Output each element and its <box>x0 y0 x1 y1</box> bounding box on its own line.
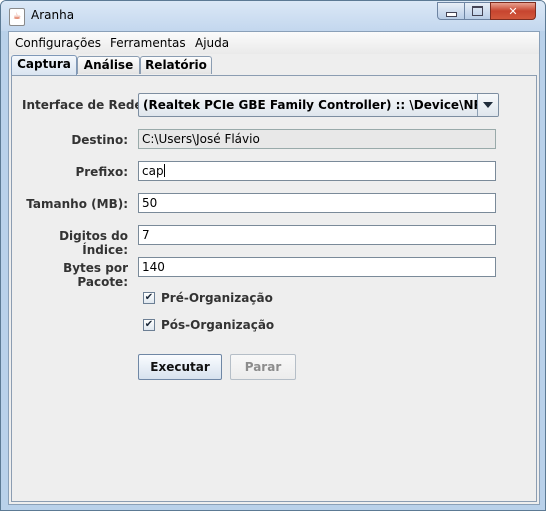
prefixo-field[interactable]: cap <box>138 161 496 181</box>
close-icon: ✕ <box>508 4 518 18</box>
maximize-button[interactable] <box>464 2 491 20</box>
close-button[interactable]: ✕ <box>490 2 536 20</box>
main-window: ☕ Aranha ✕ Configurações Ferramentas Aju… <box>0 0 546 511</box>
captura-panel: Interface de Rede: (Realtek PCIe GBE Fam… <box>11 75 537 502</box>
pre-organizacao-option[interactable]: ✔ Pré-Organização <box>143 290 273 306</box>
minimize-button[interactable] <box>437 2 465 20</box>
interface-label: Interface de Rede: <box>22 98 148 112</box>
destino-label: Destino: <box>71 133 128 147</box>
pos-organizacao-option[interactable]: ✔ Pós-Organização <box>143 317 274 333</box>
pre-organizacao-label: Pré-Organização <box>161 291 273 305</box>
menu-ferramentas[interactable]: Ferramentas <box>110 36 186 50</box>
title-bar[interactable]: ☕ Aranha ✕ <box>1 1 545 31</box>
tab-captura[interactable]: Captura <box>11 55 77 75</box>
interface-select-value: (Realtek PCIe GBE Family Controller) :: … <box>143 98 498 112</box>
menu-bar: Configurações Ferramentas Ajuda <box>9 32 539 54</box>
tamanho-field[interactable]: 50 <box>138 193 496 213</box>
pos-organizacao-checkbox[interactable]: ✔ <box>143 319 155 331</box>
minimize-icon <box>445 12 457 17</box>
executar-button[interactable]: Executar <box>138 354 222 380</box>
client-area: Configurações Ferramentas Ajuda Captura … <box>8 31 540 505</box>
destino-field: C:\Users\José Flávio <box>138 129 496 149</box>
menu-ajuda[interactable]: Ajuda <box>195 36 229 50</box>
text-caret <box>163 164 165 177</box>
tab-relatorio[interactable]: Relatório <box>140 56 212 74</box>
bytes-field[interactable]: 140 <box>138 257 496 277</box>
bytes-label: Bytes por Pacote: <box>63 261 128 289</box>
window-title: Aranha <box>31 8 75 22</box>
chevron-down-icon[interactable] <box>477 94 498 116</box>
tamanho-label: Tamanho (MB): <box>26 197 128 211</box>
parar-button[interactable]: Parar <box>230 354 296 380</box>
java-icon: ☕ <box>9 8 25 26</box>
prefixo-label: Prefixo: <box>75 165 128 179</box>
tab-bar: Captura Análise Relatório <box>9 55 539 75</box>
maximize-icon <box>472 6 483 16</box>
interface-select[interactable]: (Realtek PCIe GBE Family Controller) :: … <box>138 93 499 117</box>
prefixo-value: cap <box>142 164 164 178</box>
pos-organizacao-label: Pós-Organização <box>161 318 275 332</box>
pre-organizacao-checkbox[interactable]: ✔ <box>143 292 155 304</box>
digitos-label: Digitos do Índice: <box>59 229 128 257</box>
menu-configuracoes[interactable]: Configurações <box>15 36 101 50</box>
digitos-field[interactable]: 7 <box>138 225 496 245</box>
tab-analise[interactable]: Análise <box>77 56 140 74</box>
